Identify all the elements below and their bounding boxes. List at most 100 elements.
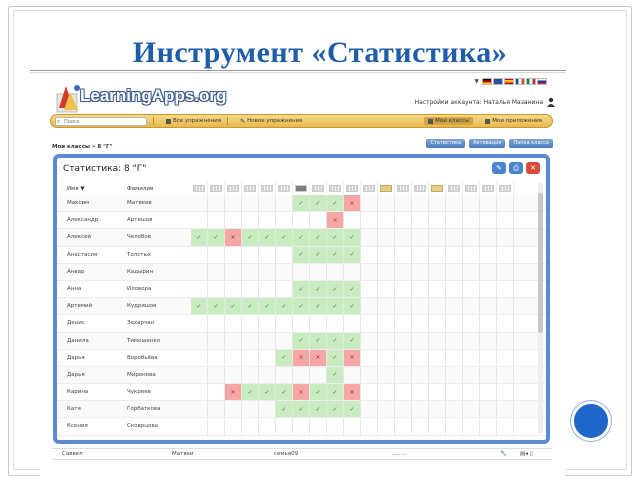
- cross-icon[interactable]: ×: [327, 212, 344, 229]
- check-icon[interactable]: ✓: [208, 298, 225, 315]
- cross-icon[interactable]: ×: [225, 229, 242, 246]
- check-icon[interactable]: ✓: [293, 298, 310, 315]
- language-flags[interactable]: ▼: [474, 78, 547, 85]
- exercise-thumbnail[interactable]: [191, 182, 208, 194]
- check-icon[interactable]: ✓: [242, 298, 259, 315]
- exercise-thumbnail[interactable]: [242, 182, 259, 194]
- exercise-thumbnail[interactable]: [361, 182, 378, 194]
- check-icon[interactable]: ✓: [310, 401, 327, 418]
- flag-fr-icon[interactable]: [515, 78, 525, 85]
- check-icon[interactable]: ✓: [327, 298, 344, 315]
- check-icon[interactable]: ✓: [344, 229, 361, 246]
- cross-icon[interactable]: ×: [293, 384, 310, 401]
- check-icon[interactable]: ✓: [344, 280, 361, 298]
- check-icon[interactable]: ✓: [259, 384, 276, 401]
- check-icon[interactable]: ✓: [310, 298, 327, 315]
- edit-icon[interactable]: ✎: [492, 162, 506, 174]
- check-icon[interactable]: ✓: [344, 298, 361, 315]
- check-icon[interactable]: ✓: [276, 349, 293, 366]
- check-icon[interactable]: ✓: [327, 366, 344, 384]
- cross-icon[interactable]: ×: [344, 195, 361, 212]
- exercise-thumbnail[interactable]: [344, 182, 361, 194]
- check-icon[interactable]: ✓: [327, 384, 344, 401]
- search-input[interactable]: ⌕ Поиск: [55, 116, 147, 126]
- check-icon[interactable]: ✓: [310, 246, 327, 263]
- flag-ru-icon[interactable]: [537, 78, 547, 85]
- close-icon[interactable]: ✕: [526, 162, 540, 174]
- account-settings-link[interactable]: Настройки аккаунта: Наталья Мазанина: [415, 99, 543, 106]
- flag-de-icon[interactable]: [482, 78, 492, 85]
- flag-it-icon[interactable]: [526, 78, 536, 85]
- scrollbar[interactable]: [538, 183, 543, 433]
- check-icon[interactable]: ✓: [310, 195, 327, 212]
- exercise-thumbnail[interactable]: [412, 182, 429, 194]
- check-icon[interactable]: ✓: [310, 229, 327, 246]
- nav-my-classes[interactable]: Мои классы: [424, 117, 474, 125]
- row-actions-icon[interactable]: ▤◂ ▯: [520, 451, 533, 457]
- nav-all-exercises[interactable]: Все упражнения: [166, 118, 221, 124]
- column-last-name[interactable]: Фамилия: [127, 186, 153, 192]
- check-icon[interactable]: ✓: [225, 298, 242, 315]
- check-icon[interactable]: ✓: [242, 384, 259, 401]
- statistics-button[interactable]: Статистика: [426, 139, 466, 148]
- check-icon[interactable]: ✓: [310, 384, 327, 401]
- print-icon[interactable]: ⎙: [509, 162, 523, 174]
- check-icon[interactable]: ✓: [327, 349, 344, 366]
- exercise-thumbnail[interactable]: [480, 182, 497, 194]
- check-icon[interactable]: ✓: [293, 332, 310, 349]
- check-icon[interactable]: ✓: [276, 229, 293, 246]
- nav-my-apps[interactable]: Мои приложения: [485, 118, 542, 124]
- cross-icon[interactable]: ×: [344, 384, 361, 401]
- nav-new-exercise[interactable]: ✎ Новое упражнение: [240, 118, 302, 125]
- check-icon[interactable]: ✓: [276, 401, 293, 418]
- column-first-name[interactable]: Имя ▼: [67, 186, 85, 192]
- check-icon[interactable]: ✓: [208, 229, 225, 246]
- user-icon[interactable]: [547, 97, 555, 107]
- check-icon[interactable]: ✓: [276, 384, 293, 401]
- check-icon[interactable]: ✓: [344, 332, 361, 349]
- check-icon[interactable]: ✓: [191, 298, 208, 315]
- slide-nav-button[interactable]: [571, 401, 611, 441]
- exercise-thumbnail[interactable]: [276, 182, 293, 194]
- dropdown-arrow-icon[interactable]: ▼: [474, 78, 479, 85]
- cross-icon[interactable]: ×: [293, 349, 310, 366]
- exercise-thumbnail[interactable]: [259, 182, 276, 194]
- check-icon[interactable]: ✓: [276, 298, 293, 315]
- check-icon[interactable]: ✓: [344, 401, 361, 418]
- exercise-thumbnail[interactable]: [293, 182, 310, 194]
- exercise-thumbnail[interactable]: [429, 182, 446, 194]
- exercise-thumbnail[interactable]: [310, 182, 327, 194]
- check-icon[interactable]: ✓: [259, 229, 276, 246]
- check-icon[interactable]: ✓: [293, 195, 310, 212]
- activation-button[interactable]: Активация: [469, 139, 506, 148]
- cross-icon[interactable]: ×: [344, 349, 361, 366]
- cross-icon[interactable]: ×: [225, 384, 242, 401]
- check-icon[interactable]: ✓: [293, 280, 310, 298]
- exercise-thumbnail[interactable]: [378, 182, 395, 194]
- exercise-thumbnail[interactable]: [225, 182, 242, 194]
- check-icon[interactable]: ✓: [327, 246, 344, 263]
- flag-es-icon[interactable]: [504, 78, 514, 85]
- cross-icon[interactable]: ×: [310, 349, 327, 366]
- scrollbar-thumb[interactable]: [538, 193, 543, 333]
- wrench-icon[interactable]: 🔧: [500, 451, 507, 457]
- exercise-thumbnail[interactable]: [395, 182, 412, 194]
- check-icon[interactable]: ✓: [259, 298, 276, 315]
- check-icon[interactable]: ✓: [344, 246, 361, 263]
- check-icon[interactable]: ✓: [293, 401, 310, 418]
- exercise-thumbnail[interactable]: [446, 182, 463, 194]
- exercise-thumbnail[interactable]: [463, 182, 480, 194]
- exercise-thumbnail[interactable]: [497, 182, 514, 194]
- check-icon[interactable]: ✓: [327, 401, 344, 418]
- check-icon[interactable]: ✓: [327, 280, 344, 298]
- check-icon[interactable]: ✓: [191, 229, 208, 246]
- check-icon[interactable]: ✓: [293, 229, 310, 246]
- exercise-thumbnail[interactable]: [208, 182, 225, 194]
- check-icon[interactable]: ✓: [327, 229, 344, 246]
- check-icon[interactable]: ✓: [293, 246, 310, 263]
- check-icon[interactable]: ✓: [310, 332, 327, 349]
- check-icon[interactable]: ✓: [242, 229, 259, 246]
- exercise-thumbnail[interactable]: [327, 182, 344, 194]
- check-icon[interactable]: ✓: [327, 195, 344, 212]
- check-icon[interactable]: ✓: [327, 332, 344, 349]
